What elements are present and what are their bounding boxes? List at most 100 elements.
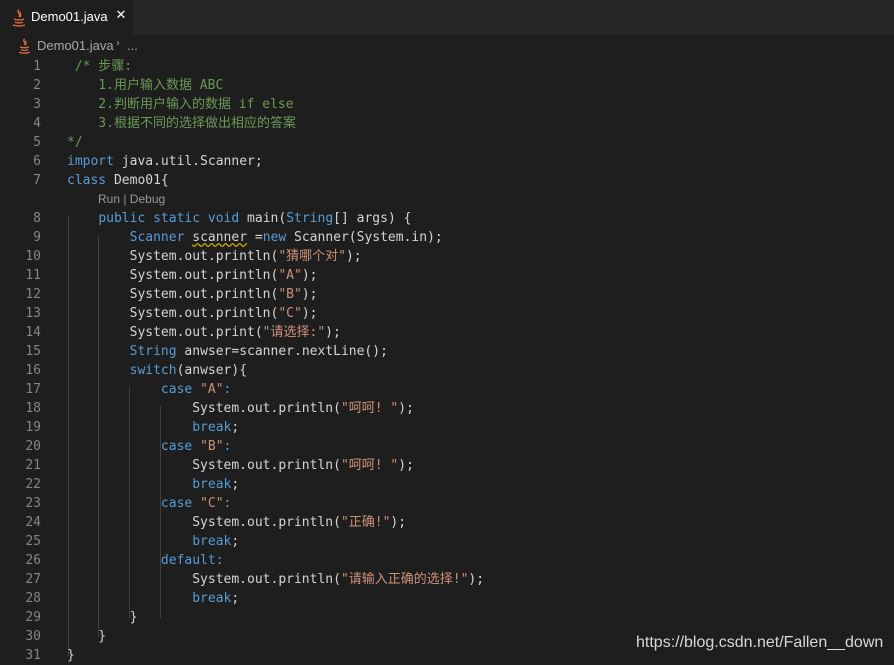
code-line[interactable]: 15 String anwser=scanner.nextLine();: [0, 342, 894, 361]
code-text: Scanner scanner =new Scanner(System.in);: [67, 228, 443, 247]
line-number: 27: [25, 572, 41, 587]
code-text: break;: [67, 475, 239, 494]
code-token: }: [67, 648, 75, 663]
string-token: "C": [200, 496, 224, 511]
comment-token: 1.用户输入数据 ABC: [67, 78, 224, 93]
code-line[interactable]: 8 public static void main(String[] args)…: [0, 209, 894, 228]
line-number: 25: [25, 534, 41, 549]
line-number: 3: [33, 97, 41, 112]
close-icon[interactable]: ✕: [113, 8, 129, 26]
keyword-token: break: [192, 477, 232, 492]
code-line[interactable]: 3 2.判断用户输入的数据 if else: [0, 95, 894, 114]
code-line[interactable]: 27 System.out.println("请输入正确的选择!");: [0, 570, 894, 589]
code-line[interactable]: 13 System.out.println("C");: [0, 304, 894, 323]
keyword-token: Scanner: [129, 230, 185, 245]
code-line[interactable]: 10 System.out.println("猜哪个对");: [0, 247, 894, 266]
string-token: "猜哪个对": [278, 249, 346, 264]
line-number: 29: [25, 610, 41, 625]
code-text: break;: [67, 589, 239, 608]
breadcrumb-file[interactable]: Demo01.java: [37, 38, 114, 53]
line-number: 26: [25, 553, 41, 568]
code-line[interactable]: 18 System.out.println("呵呵! ");: [0, 399, 894, 418]
line-number: 16: [25, 363, 41, 378]
code-token: System.out.println(: [67, 458, 341, 473]
warning-token: scanner: [192, 230, 248, 245]
code-line[interactable]: 11 System.out.println("A");: [0, 266, 894, 285]
line-number: 14: [25, 325, 41, 340]
comment-token: */: [67, 135, 83, 150]
code-text: switch(anwser){: [67, 361, 247, 380]
line-number: 17: [25, 382, 41, 397]
code-line[interactable]: 2 1.用户输入数据 ABC: [0, 76, 894, 95]
keyword-token: break: [192, 420, 232, 435]
code-line[interactable]: 19 break;: [0, 418, 894, 437]
code-text: public static void main(String[] args) {: [67, 209, 411, 228]
code-line[interactable]: 5 */: [0, 133, 894, 152]
code-line[interactable]: 4 3.根据不同的选择做出相应的答案: [0, 114, 894, 133]
code-text: System.out.println("C");: [67, 304, 318, 323]
code-line[interactable]: 25 break;: [0, 532, 894, 551]
code-text: System.out.println("猜哪个对");: [67, 247, 362, 266]
code-line[interactable]: 7 class Demo01{: [0, 171, 894, 190]
code-token: );: [390, 515, 407, 530]
codelens-run-debug[interactable]: Run | Debug: [98, 190, 165, 209]
line-number: 2: [33, 78, 41, 93]
code-line[interactable]: 24 System.out.println("正确!");: [0, 513, 894, 532]
code-token: );: [468, 572, 485, 587]
code-text: System.out.println("请输入正确的选择!");: [67, 570, 484, 589]
code-token: );: [301, 268, 318, 283]
keyword-token: void: [207, 211, 240, 226]
breadcrumb-more[interactable]: ...: [127, 38, 138, 53]
code-line[interactable]: 9 Scanner scanner =new Scanner(System.in…: [0, 228, 894, 247]
keyword-token: default:: [160, 553, 224, 568]
code-token: }: [67, 610, 138, 625]
code-line[interactable]: 1 /* 步骤:: [0, 57, 894, 76]
code-token: );: [301, 306, 318, 321]
string-token: "请输入正确的选择!": [340, 572, 469, 587]
line-number: 10: [25, 249, 41, 264]
line-number: 20: [25, 439, 41, 454]
code-line[interactable]: 21 System.out.println("呵呵! ");: [0, 456, 894, 475]
code-line[interactable]: 12 System.out.println("B");: [0, 285, 894, 304]
code-line[interactable]: 23 case "C":: [0, 494, 894, 513]
keyword-token: break: [192, 591, 232, 606]
code-token: System.out.println(: [67, 306, 279, 321]
line-number: 21: [25, 458, 41, 473]
code-token: );: [398, 401, 414, 416]
code-line[interactable]: 17 case "A":: [0, 380, 894, 399]
tab-demo01-java[interactable]: Demo01.java ✕: [0, 0, 133, 35]
code-line[interactable]: 22 break;: [0, 475, 894, 494]
code-line[interactable]: 26 default:: [0, 551, 894, 570]
code-line[interactable]: 16 switch(anwser){: [0, 361, 894, 380]
keyword-token: String: [129, 344, 177, 359]
code-text: case "A":: [67, 380, 231, 399]
code-text: 3.根据不同的选择做出相应的答案: [67, 114, 296, 133]
code-line[interactable]: 29 }: [0, 608, 894, 627]
line-number: 24: [25, 515, 41, 530]
keyword-token: import: [67, 154, 114, 169]
code-line[interactable]: 6 import java.util.Scanner;: [0, 152, 894, 171]
code-editor[interactable]: 1 /* 步骤: 2 1.用户输入数据 ABC 3 2.判断用户输入的数据 if e…: [0, 56, 894, 663]
line-number: 7: [33, 173, 41, 188]
line-number: 9: [33, 230, 41, 245]
code-line[interactable]: 14 System.out.print("请选择:");: [0, 323, 894, 342]
code-line[interactable]: 28 break;: [0, 589, 894, 608]
code-token: anwser=scanner.nextLine();: [176, 344, 388, 359]
line-number: 5: [33, 135, 41, 150]
code-line[interactable]: 20 case "B":: [0, 437, 894, 456]
code-token: );: [345, 249, 362, 264]
code-text: 1.用户输入数据 ABC: [67, 76, 223, 95]
string-token: "C": [278, 306, 302, 321]
